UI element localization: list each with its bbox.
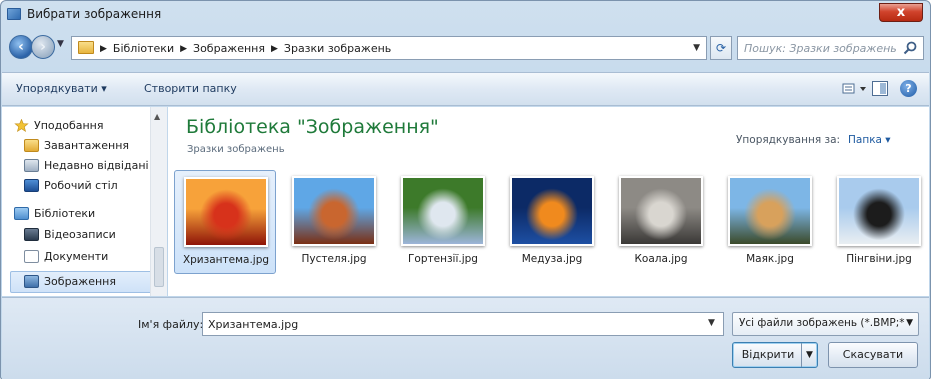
file-name: Пустеля.jpg xyxy=(301,253,367,265)
file-item[interactable]: Пінгвіни.jpg xyxy=(828,170,930,274)
file-name: Маяк.jpg xyxy=(746,253,794,265)
file-thumbnail-image xyxy=(837,176,921,246)
file-thumbnail-image xyxy=(292,176,376,246)
nav-item-label: Недавно відвідані xyxy=(44,159,149,172)
nav-item-desktop[interactable]: Робочий стіл xyxy=(24,179,118,192)
change-view-icon[interactable] xyxy=(842,82,872,96)
new-folder-button[interactable]: Створити папку xyxy=(144,82,237,95)
nav-scrollbar[interactable]: ▲ xyxy=(150,107,167,296)
nav-item-label: Зображення xyxy=(44,275,116,288)
file-thumbnail-image xyxy=(510,176,594,246)
open-button-label: Відкрити xyxy=(741,348,795,361)
scroll-thumb[interactable] xyxy=(154,247,164,287)
documents-icon xyxy=(24,250,39,263)
nav-item-label: Бібліотеки xyxy=(34,207,96,220)
arrange-by-dropdown[interactable]: Папка ▾ xyxy=(848,134,891,146)
pictures-icon xyxy=(24,275,39,288)
window-icon xyxy=(7,8,21,20)
chevron-down-icon: ▼ xyxy=(906,318,913,328)
filename-label: Ім'я файлу: xyxy=(138,318,204,331)
arrange-by-label: Упорядкування за: xyxy=(736,134,841,146)
nav-item-label: Документи xyxy=(44,250,109,263)
file-item[interactable]: Гортензії.jpg xyxy=(392,170,494,274)
address-bar[interactable]: ▶ Бібліотеки ▶ Зображення ▶ Зразки зобра… xyxy=(71,36,707,60)
open-split-dropdown-icon[interactable]: ▼ xyxy=(801,343,817,367)
nav-item-label: Уподобання xyxy=(34,119,104,132)
file-name: Медуза.jpg xyxy=(521,253,583,265)
nav-item-label: Відеозаписи xyxy=(44,228,116,241)
title-bar[interactable]: Вибрати зображення x xyxy=(1,1,930,29)
nav-item-favorites[interactable]: Уподобання xyxy=(14,119,104,132)
filename-dropdown-icon[interactable]: ▼ xyxy=(708,318,715,328)
search-input[interactable]: Пошук: Зразки зображень xyxy=(737,36,924,60)
address-dropdown-icon[interactable]: ▼ xyxy=(693,43,700,53)
file-item[interactable]: Медуза.jpg xyxy=(501,170,603,274)
dialog-footer: Ім'я файлу: ▼ Усі файли зображень (*.BMP… xyxy=(2,297,929,379)
recent-places-icon xyxy=(24,159,39,172)
command-bar: Упорядкувати ▾ Створити папку ? xyxy=(2,72,929,106)
library-title: Бібліотека "Зображення" xyxy=(186,116,439,138)
desktop-icon xyxy=(24,179,39,192)
file-name: Коала.jpg xyxy=(634,253,688,265)
videos-icon xyxy=(24,228,39,241)
file-name: Хризантема.jpg xyxy=(182,254,270,266)
libraries-icon xyxy=(14,207,29,220)
window-title: Вибрати зображення xyxy=(27,7,162,21)
address-row: ‹ › ▼ ▶ Бібліотеки ▶ Зображення ▶ Зразки… xyxy=(1,31,930,65)
nav-item-libraries[interactable]: Бібліотеки xyxy=(14,207,95,220)
file-thumbnail-image xyxy=(401,176,485,246)
cancel-button[interactable]: Скасувати xyxy=(828,342,918,368)
forward-button[interactable]: › xyxy=(31,35,55,59)
search-placeholder: Пошук: Зразки зображень xyxy=(744,42,897,55)
file-item[interactable]: Пустеля.jpg xyxy=(283,170,385,274)
open-image-dialog: Вибрати зображення x ‹ › ▼ ▶ Бібліотеки … xyxy=(0,0,931,379)
organize-button[interactable]: Упорядкувати ▾ xyxy=(16,82,107,95)
navigation-pane: Уподобання Завантаження Недавно відвідан… xyxy=(2,107,167,296)
breadcrumb-sample-pictures[interactable]: Зразки зображень xyxy=(284,42,391,56)
file-list: Бібліотека "Зображення" Зразки зображень… xyxy=(168,107,929,296)
nav-item-pictures[interactable]: Зображення xyxy=(24,275,116,288)
star-icon xyxy=(14,119,29,132)
breadcrumb-pictures[interactable]: Зображення xyxy=(193,42,265,56)
open-button[interactable]: Відкрити ▼ xyxy=(732,342,818,368)
nav-item-label: Завантаження xyxy=(44,139,130,152)
file-name: Пінгвіни.jpg xyxy=(846,253,912,265)
file-thumbnail-image xyxy=(728,176,812,246)
back-button[interactable]: ‹ xyxy=(9,35,33,59)
file-item[interactable]: Хризантема.jpg xyxy=(174,170,276,274)
file-item[interactable]: Коала.jpg xyxy=(610,170,712,274)
library-subtitle: Зразки зображень xyxy=(187,144,285,155)
nav-item-documents[interactable]: Документи xyxy=(24,250,108,263)
breadcrumb: ▶ Бібліотеки ▶ Зображення ▶ Зразки зобра… xyxy=(100,42,392,56)
file-name: Гортензії.jpg xyxy=(408,253,478,265)
file-thumbnail-image xyxy=(184,177,268,247)
folder-icon xyxy=(78,41,94,54)
preview-pane-icon[interactable] xyxy=(872,81,888,96)
help-icon[interactable]: ? xyxy=(900,80,917,97)
nav-item-label: Робочий стіл xyxy=(44,179,118,192)
scroll-up-icon[interactable]: ▲ xyxy=(154,112,160,121)
file-type-select[interactable]: Усі файли зображень (*.BMP;* ▼ xyxy=(732,312,919,336)
file-item[interactable]: Маяк.jpg xyxy=(719,170,821,274)
file-thumbnail-image xyxy=(619,176,703,246)
refresh-button[interactable]: ⟳ xyxy=(710,36,732,60)
nav-item-downloads[interactable]: Завантаження xyxy=(24,139,129,152)
close-button[interactable]: x xyxy=(879,3,923,22)
file-type-value: Усі файли зображень (*.BMP;* xyxy=(739,317,905,329)
nav-item-recent-places[interactable]: Недавно відвідані xyxy=(24,159,149,172)
downloads-folder-icon xyxy=(24,139,39,152)
filename-input[interactable] xyxy=(202,312,724,336)
breadcrumb-libraries[interactable]: Бібліотеки xyxy=(113,42,174,56)
search-icon[interactable] xyxy=(902,40,918,56)
recent-pages-dropdown[interactable]: ▼ xyxy=(57,39,64,49)
nav-item-videos[interactable]: Відеозаписи xyxy=(24,228,116,241)
